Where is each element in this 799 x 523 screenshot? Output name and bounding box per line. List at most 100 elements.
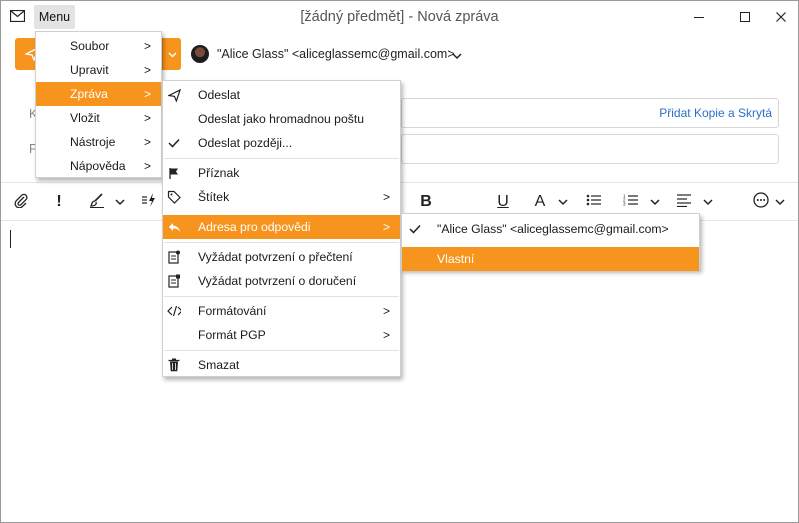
paperclip-icon — [14, 192, 28, 213]
attach-button[interactable] — [11, 192, 31, 212]
trash-icon — [167, 358, 181, 372]
menu-item-label: Nápověda — [70, 159, 126, 173]
reply-to-submenu: "Alice Glass" <aliceglassemc@gmail.com> … — [401, 213, 700, 271]
bullet-list-button[interactable] — [584, 192, 604, 212]
menu-item-formatting[interactable]: Formátování > — [163, 299, 400, 323]
menu-item-label: Odeslat později... — [198, 136, 293, 150]
menu-item-label: Štítek — [198, 190, 230, 204]
minimize-button[interactable] — [689, 7, 709, 27]
from-address[interactable]: "Alice Glass" <aliceglassemc@gmail.com> — [217, 47, 455, 61]
more-icon — [753, 191, 769, 213]
menu-item-send-later[interactable]: Odeslat později... — [163, 131, 400, 155]
importance-button[interactable]: ! — [51, 192, 67, 212]
delivery-receipt-icon — [167, 274, 181, 288]
chevron-down-icon[interactable] — [701, 192, 715, 212]
chevron-right-icon: > — [143, 87, 151, 101]
close-button[interactable] — [771, 7, 791, 27]
compose-window: Menu [žádný předmět] - Nová zpráva "Alic… — [0, 0, 799, 523]
menu-item-reply-to[interactable]: Adresa pro odpovědi > — [163, 215, 400, 239]
menu-item-label: Příznak — [198, 166, 240, 180]
message-submenu: Odeslat Odeslat jako hromadnou poštu Ode… — [162, 80, 401, 377]
underline-button[interactable]: U — [494, 192, 512, 212]
menu-item-read-receipt[interactable]: Vyžádat potvrzení o přečtení — [163, 245, 400, 269]
menu-item-label: "Alice Glass" <aliceglassemc@gmail.com> — [437, 222, 669, 236]
menu-item-send[interactable]: Odeslat — [163, 83, 400, 107]
menu-item-tag[interactable]: Štítek > — [163, 185, 400, 209]
chevron-down-icon[interactable] — [773, 192, 787, 212]
menu-item-label: Vlastní — [437, 252, 475, 266]
numbered-list-icon: 123 — [623, 193, 639, 212]
menu-item-label: Smazat — [198, 358, 240, 372]
menu-item-send-bulk[interactable]: Odeslat jako hromadnou poštu — [163, 107, 400, 131]
chevron-down-icon[interactable] — [113, 192, 127, 212]
window-title: [žádný předmět] - Nová zpráva — [300, 9, 499, 25]
menu-item-flag[interactable]: Příznak — [163, 161, 400, 185]
bullet-list-icon — [586, 193, 602, 212]
menu-item-label: Upravit — [70, 63, 109, 77]
flag-icon — [167, 166, 181, 180]
align-button[interactable] — [674, 192, 694, 212]
more-options-button[interactable] — [751, 191, 771, 213]
menu-item-napoveda[interactable]: Nápověda > — [36, 154, 161, 178]
to-field[interactable]: Přidat Kopie a Skrytá — [401, 98, 779, 128]
chevron-down-icon[interactable] — [648, 192, 662, 212]
menu-item-label: Soubor — [70, 39, 110, 53]
menu-item-label: Formátování — [198, 304, 267, 318]
tag-icon — [167, 190, 181, 204]
quick-parts-button[interactable] — [139, 192, 159, 212]
chevron-right-icon: > — [143, 39, 151, 53]
menu-separator — [164, 158, 399, 159]
check-icon — [408, 222, 422, 236]
menu-item-label: Vyžádat potvrzení o přečtení — [198, 250, 353, 264]
main-menu: Soubor > Upravit > Zpráva > Vložit > Nástroj… — [35, 31, 162, 178]
send-options-button[interactable] — [162, 38, 181, 70]
menu-item-reply-to-custom[interactable]: Vlastní — [402, 247, 699, 271]
chevron-right-icon: > — [143, 159, 151, 173]
chevron-right-icon: > — [382, 304, 390, 318]
menu-item-upravit[interactable]: Upravit > — [36, 58, 161, 82]
chevron-right-icon: > — [143, 135, 151, 149]
menu-item-label: Vyžádat potvrzení o doručení — [198, 274, 357, 288]
chevron-right-icon: > — [382, 220, 390, 234]
reply-icon — [167, 220, 181, 234]
title-bar: Menu [žádný předmět] - Nová zpráva — [1, 1, 798, 33]
code-icon — [167, 304, 181, 318]
send-icon — [167, 88, 181, 102]
format-painter-button[interactable] — [85, 192, 109, 212]
numbered-list-button[interactable]: 123 — [621, 192, 641, 212]
menu-item-label: Nástroje — [70, 135, 116, 149]
menu-separator — [164, 296, 399, 297]
subject-field[interactable] — [401, 134, 779, 164]
menu-item-vlozit[interactable]: Vložit > — [36, 106, 161, 130]
menu-item-label: Zpráva — [70, 87, 108, 101]
chevron-right-icon: > — [382, 328, 390, 342]
chevron-right-icon: > — [382, 190, 390, 204]
menu-item-delete[interactable]: Smazat — [163, 353, 400, 377]
menu-item-nastroje[interactable]: Nástroje > — [36, 130, 161, 154]
menu-item-label: Adresa pro odpovědi — [198, 220, 311, 234]
menu-item-label: Odeslat — [198, 88, 241, 102]
menu-item-soubor[interactable]: Soubor > — [36, 34, 161, 58]
menu-item-label: Formát PGP — [198, 328, 266, 342]
menu-item-reply-to-default[interactable]: "Alice Glass" <aliceglassemc@gmail.com> — [402, 217, 699, 241]
bold-button[interactable]: B — [417, 192, 435, 212]
brush-icon — [89, 192, 105, 213]
chevron-down-icon[interactable] — [556, 192, 570, 212]
menu-item-pgp-format[interactable]: Formát PGP > — [163, 323, 400, 347]
add-cc-bcc-link[interactable]: Přidat Kopie a Skrytá — [659, 106, 772, 120]
font-color-button[interactable]: A — [531, 192, 549, 212]
menu-item-label: Vložit — [70, 111, 100, 125]
svg-text:3: 3 — [623, 201, 626, 206]
menu-item-label: Odeslat jako hromadnou poštu — [198, 112, 364, 126]
menu-separator — [164, 350, 399, 351]
menu-item-delivery-receipt[interactable]: Vyžádat potvrzení o doručení — [163, 269, 400, 293]
align-left-icon — [676, 193, 692, 212]
maximize-button[interactable] — [735, 7, 755, 27]
check-icon — [167, 136, 181, 150]
lightning-icon — [141, 192, 157, 213]
menu-item-zprava[interactable]: Zpráva > — [36, 82, 161, 106]
chevron-down-icon — [167, 47, 177, 61]
avatar — [191, 45, 209, 63]
menu-separator — [164, 242, 399, 243]
chevron-down-icon[interactable] — [452, 49, 462, 63]
